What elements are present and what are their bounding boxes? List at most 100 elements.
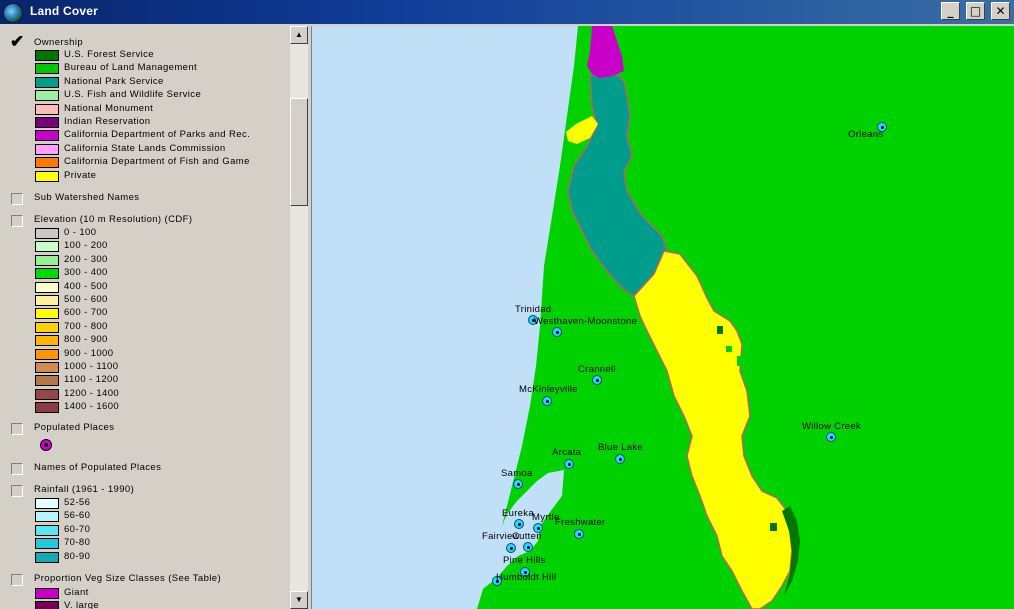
scroll-down-button[interactable]: ▼ (290, 591, 308, 609)
place-label: Samoa (501, 468, 533, 479)
place-label: Freshwater (555, 517, 606, 528)
elevation-checkbox[interactable] (11, 215, 23, 227)
elevation-item-label: 500 - 600 (64, 294, 108, 305)
rainfall-item-label: 56-60 (64, 510, 91, 522)
elevation-item-swatch (35, 402, 59, 414)
sub-watershed-checkbox[interactable] (11, 193, 23, 205)
ownership-item-label: Bureau of Land Management (64, 62, 198, 74)
layer-title-sub-watershed: Sub Watershed Names (34, 192, 140, 203)
veg-size-item-swatch (35, 601, 59, 609)
elevation-item-label: 100 - 200 (64, 240, 108, 252)
elevation-item-label: 1200 - 1400 (64, 387, 120, 399)
elevation-item-label: 1000 - 1100 (64, 361, 119, 372)
layer-title-elevation: Elevation (10 m Resolution) (CDF) (34, 214, 193, 225)
map-view[interactable]: Orleans Trinidad Westhaven-Moonstone Cranne… (311, 26, 1014, 609)
rainfall-item-swatch (35, 511, 59, 523)
place-label: Crannell (578, 364, 616, 375)
veg-size-item-label: V. large (64, 600, 100, 609)
rainfall-checkbox[interactable] (11, 485, 23, 497)
layer-title-rainfall: Rainfall (1961 - 1990) (34, 484, 135, 495)
veg-size-checkbox[interactable] (11, 574, 23, 586)
ownership-checkbox[interactable]: ✔ (10, 33, 24, 50)
veg-size-item-label: Giant (64, 587, 89, 598)
ownership-item-label: National Monument (64, 102, 154, 114)
ownership-item-label: California Department of Fish and Game (64, 156, 250, 168)
ownership-item-swatch (35, 117, 59, 128)
names-populated-checkbox[interactable] (11, 463, 23, 475)
rainfall-item-label: 52-56 (64, 497, 91, 508)
place-marker-icon[interactable] (513, 479, 523, 489)
elevation-item-swatch (35, 362, 59, 373)
ownership-item-label: Private (64, 169, 97, 181)
ownership-item-label: National Park Service (64, 75, 164, 87)
place-marker-icon[interactable] (615, 454, 625, 464)
minimize-button[interactable]: _ (941, 2, 960, 20)
elevation-item-label: 600 - 700 (64, 307, 108, 319)
populated-place-symbol-icon (40, 439, 52, 451)
place-marker-icon[interactable] (592, 375, 602, 385)
elevation-item-swatch (35, 348, 59, 360)
scroll-up-button[interactable]: ▲ (290, 26, 308, 44)
ownership-item-swatch (35, 103, 59, 115)
place-label: Fairview (482, 531, 520, 542)
place-marker-icon[interactable] (523, 542, 533, 552)
ownership-item-swatch (35, 90, 59, 102)
place-label: Humboldt Hill (496, 572, 557, 583)
maximize-button[interactable]: □ (966, 2, 985, 20)
place-label: Arcata (552, 447, 582, 458)
title-bar[interactable]: Land Cover _ □ ✕ (0, 0, 1014, 24)
ownership-item-swatch (35, 50, 59, 61)
elevation-item-swatch (35, 295, 59, 306)
globe-icon (3, 3, 23, 23)
scroll-thumb[interactable] (290, 98, 308, 206)
elevation-item-swatch (35, 228, 59, 239)
rainfall-item-label: 70-80 (64, 537, 91, 549)
ownership-item-label: U.S. Forest Service (64, 49, 154, 60)
elevation-item-swatch (35, 281, 59, 293)
place-label: Orleans (848, 129, 884, 140)
place-label: McKinleyville (519, 384, 578, 395)
elevation-item-swatch (35, 335, 59, 347)
blm-patch (737, 356, 745, 366)
elevation-item-label: 200 - 300 (64, 253, 108, 265)
elevation-item-swatch (35, 321, 59, 333)
place-marker-icon[interactable] (574, 529, 584, 539)
ownership-item-label: California State Lands Commission (64, 142, 226, 154)
layer-title-ownership: Ownership (34, 37, 84, 48)
ownership-item-label: Indian Reservation (64, 116, 151, 127)
layer-title-populated-places: Populated Places (34, 422, 115, 433)
ownership-item-label: U.S. Fish and Wildlife Service (64, 89, 202, 101)
ownership-item-swatch (35, 157, 59, 169)
place-label: Eureka (502, 508, 534, 519)
place-marker-icon[interactable] (826, 432, 836, 442)
ownership-item-swatch (35, 76, 59, 88)
elevation-item-swatch (35, 254, 59, 266)
blm-patch (726, 346, 732, 352)
elevation-item-label: 1400 - 1600 (64, 401, 120, 413)
layer-title-veg-size: Proportion Veg Size Classes (See Table) (34, 573, 222, 584)
elevation-item-label: 900 - 1000 (64, 347, 114, 359)
rainfall-item-label: 80-90 (64, 550, 91, 562)
elevation-item-swatch (35, 241, 59, 253)
place-label: Pine Hills (503, 555, 546, 566)
map-canvas (312, 26, 1014, 609)
elevation-item-label: 800 - 900 (64, 334, 108, 346)
window-title: Land Cover (30, 4, 99, 18)
close-button[interactable]: ✕ (991, 2, 1010, 20)
elevation-item-label: 700 - 800 (64, 320, 108, 332)
legend-scrollbar[interactable]: ▲ ▼ (290, 26, 308, 609)
place-marker-icon[interactable] (564, 459, 574, 469)
place-label: Willow Creek (802, 421, 862, 432)
ownership-item-swatch (35, 130, 59, 142)
ownership-item-swatch (35, 170, 59, 182)
place-marker-icon[interactable] (514, 519, 524, 529)
ownership-item-swatch (35, 63, 59, 75)
populated-places-checkbox[interactable] (11, 423, 23, 435)
ownership-item-swatch (35, 143, 59, 155)
elevation-item-label: 1100 - 1200 (64, 374, 119, 386)
place-marker-icon[interactable] (506, 543, 516, 553)
veg-size-item-swatch (35, 588, 59, 599)
place-marker-icon[interactable] (542, 396, 552, 406)
elevation-item-label: 400 - 500 (64, 280, 108, 292)
place-marker-icon[interactable] (552, 327, 562, 337)
